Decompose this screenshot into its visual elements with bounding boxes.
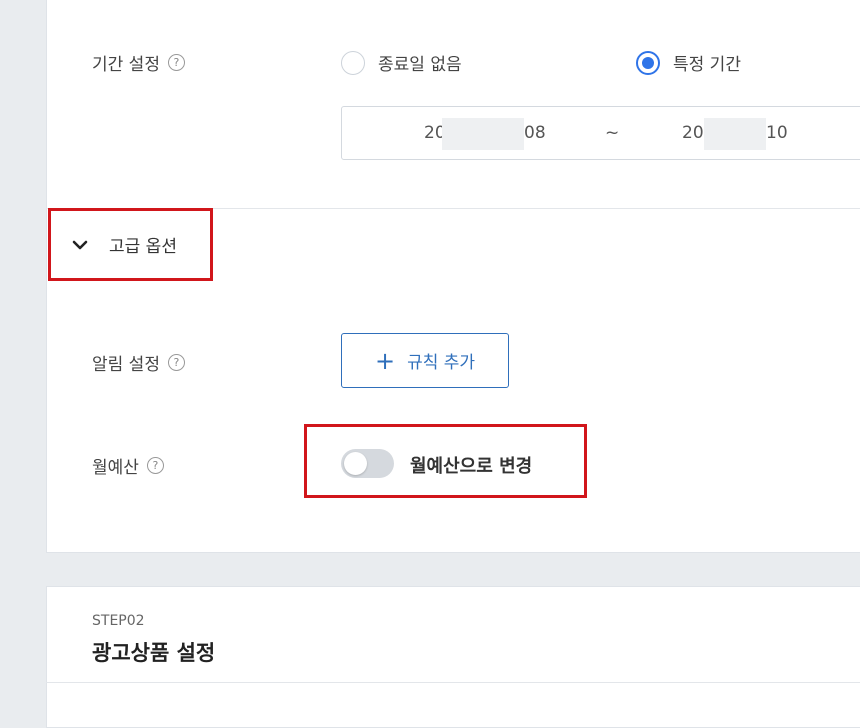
question-circle-icon[interactable]: ? (167, 54, 185, 71)
add-rule-label: 규칙 추가 (407, 353, 476, 373)
section-divider (46, 682, 860, 683)
redacted-region (704, 118, 766, 150)
date-separator: ~ (605, 123, 620, 143)
alert-label: 알림 설정 (92, 355, 160, 375)
radio-no-end-date[interactable]: 종료일 없음 (341, 50, 462, 75)
radio-no-end-label: 종료일 없음 (378, 55, 462, 75)
monthly-budget-label-row: 월예산 ? (92, 453, 164, 478)
add-rule-button[interactable]: + 규칙 추가 (341, 333, 509, 388)
highlight-box-monthly (304, 424, 587, 498)
step-title: 광고상품 설정 (92, 641, 216, 665)
question-circle-icon[interactable]: ? (167, 354, 185, 371)
monthly-budget-label: 월예산 (92, 458, 139, 478)
alert-label-row: 알림 설정 ? (92, 350, 185, 375)
date-range-picker[interactable]: 20 08 ~ 20 10 (341, 106, 860, 160)
radio-circle-selected[interactable] (636, 50, 660, 75)
radio-specific-label: 특정 기간 (673, 55, 741, 75)
question-circle-icon[interactable]: ? (146, 457, 164, 474)
period-label-row: 기간 설정 ? (92, 50, 185, 75)
redacted-region (442, 118, 524, 150)
highlight-box-advanced (48, 208, 213, 281)
date-start-suffix[interactable]: 08 (524, 123, 546, 143)
step-number: STEP02 (92, 613, 145, 629)
radio-specific-period[interactable]: 특정 기간 (636, 50, 741, 75)
plus-icon: + (374, 346, 396, 375)
date-end-prefix[interactable]: 20 (682, 123, 704, 143)
radio-circle-unselected[interactable] (341, 50, 365, 75)
period-label: 기간 설정 (92, 55, 160, 75)
date-end-suffix[interactable]: 10 (766, 123, 788, 143)
